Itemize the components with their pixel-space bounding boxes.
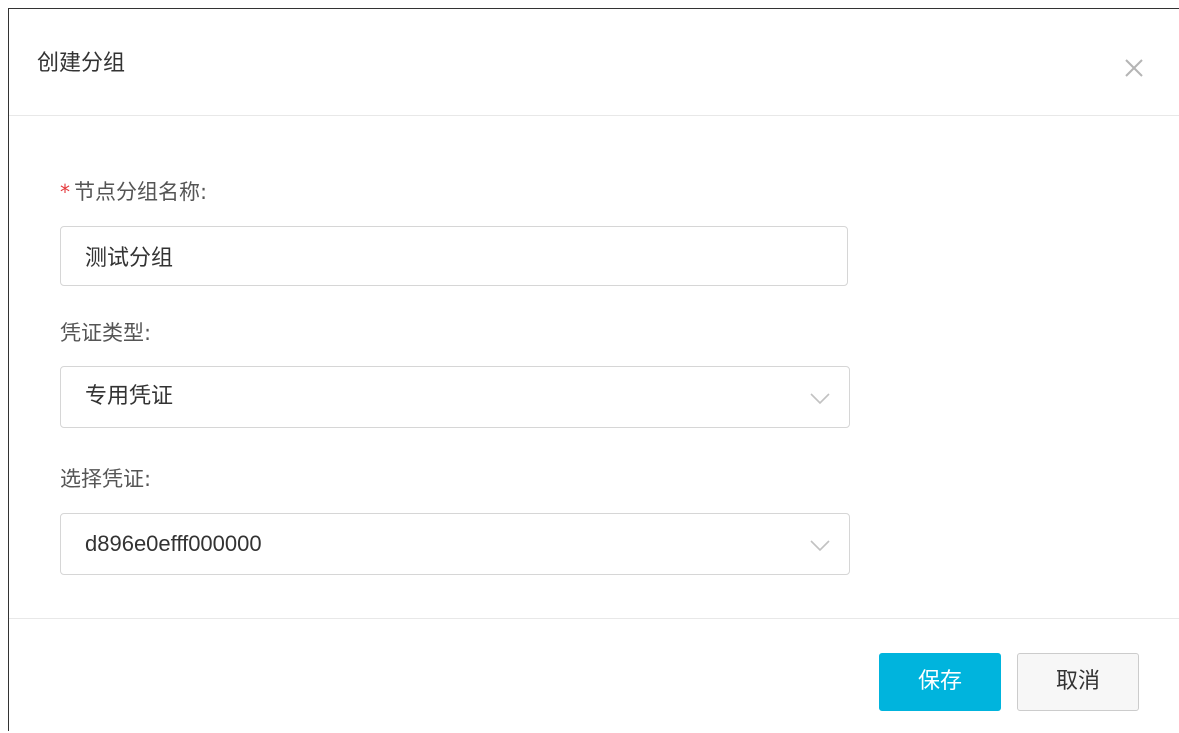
credential-type-value: 专用凭证 (85, 384, 174, 409)
cancel-button[interactable]: 取消 (1017, 653, 1139, 711)
save-button[interactable]: 保存 (879, 653, 1001, 711)
group-name-input[interactable] (60, 226, 848, 286)
group-name-label: * 节点分组名称: (60, 178, 207, 206)
credential-type-label: 凭证类型: (60, 321, 152, 345)
dialog-header: 创建分组 (9, 9, 1179, 116)
create-group-dialog: 创建分组 *节点分组名称: 凭证类型: 专用凭证 选择凭证: d896e0eff… (8, 8, 1179, 731)
credential-type-select[interactable]: 专用凭证 (60, 366, 850, 428)
dialog-footer: 保存 取消 (9, 618, 1179, 733)
chevron-down-icon (810, 393, 830, 405)
dialog-body: *节点分组名称: 凭证类型: 专用凭证 选择凭证: d896e0efff0000… (9, 116, 1179, 618)
dialog-title: 创建分组 (37, 51, 126, 76)
credential-value: d896e0efff000000 (85, 531, 262, 556)
credential-label: 选择凭证: (60, 467, 152, 491)
required-mark: * (60, 180, 70, 204)
credential-select[interactable]: d896e0efff000000 (60, 513, 850, 575)
group-name-label-text: 节点分组名称: (74, 180, 208, 204)
close-button[interactable] (1121, 55, 1147, 81)
chevron-down-icon (810, 540, 830, 552)
close-icon (1125, 59, 1143, 77)
